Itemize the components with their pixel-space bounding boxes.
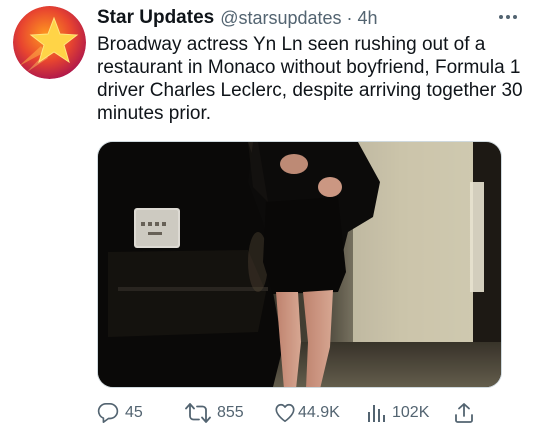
author-handle[interactable]: @starsupdates [220, 8, 341, 29]
retweet-icon [185, 403, 211, 423]
like-count: 44.9K [298, 404, 340, 421]
separator-dot: · [346, 7, 353, 28]
timestamp[interactable]: 4h [358, 8, 378, 29]
tweet-card: Star Updates @starsupdates · 4h Broadway… [0, 0, 540, 428]
tweet-text: Broadway actress Yn Ln seen rushing out … [97, 34, 523, 124]
like-button[interactable]: 44.9K [274, 401, 340, 425]
heart-icon [275, 403, 295, 423]
more-options-button[interactable] [496, 10, 520, 24]
author-name[interactable]: Star Updates [97, 7, 214, 29]
share-button[interactable] [454, 401, 474, 425]
retweet-count: 855 [217, 404, 244, 421]
action-bar: 45 855 44.9K 102K [97, 401, 507, 425]
photo-image [98, 142, 501, 387]
star-icon [13, 6, 86, 79]
reply-icon [97, 403, 119, 423]
reply-button[interactable]: 45 [97, 401, 143, 425]
views-button[interactable]: 102K [366, 401, 429, 425]
retweet-button[interactable]: 855 [185, 401, 244, 425]
tweet-photo[interactable] [97, 141, 502, 388]
reply-count: 45 [125, 404, 143, 421]
more-horizontal-icon [499, 15, 517, 19]
share-icon [455, 403, 473, 423]
avatar[interactable] [13, 6, 86, 79]
views-count: 102K [392, 404, 430, 421]
analytics-icon [368, 405, 385, 422]
tweet-header: Star Updates @starsupdates · 4h [97, 4, 520, 32]
